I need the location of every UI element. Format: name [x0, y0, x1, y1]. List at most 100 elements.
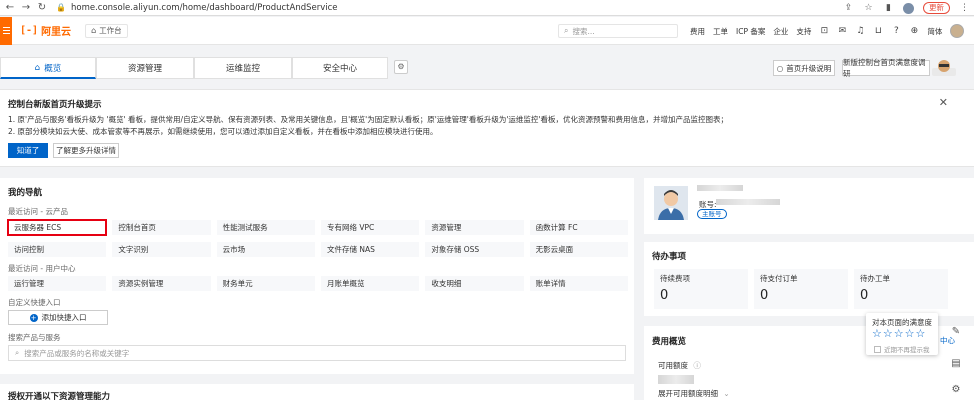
back-icon[interactable]: ←: [4, 2, 16, 14]
todo-label: 待办工单: [860, 274, 890, 283]
custom-entry-label: 自定义快捷入口: [8, 298, 61, 307]
nav-item[interactable]: 资源实例管理: [112, 276, 211, 291]
globe-icon[interactable]: ⊕: [909, 26, 919, 36]
bookmark-star-icon[interactable]: ☆: [863, 3, 874, 14]
my-nav-title: 我的导航: [8, 188, 43, 198]
forward-icon[interactable]: →: [20, 2, 32, 14]
nav-item[interactable]: 访问控制: [8, 242, 107, 257]
workbench-button[interactable]: ⌂ 工作台: [85, 23, 128, 38]
topbar-link-support[interactable]: 支持: [796, 26, 811, 37]
main-account-badge: 主账号: [697, 209, 727, 219]
nav-item[interactable]: 运行管理: [8, 276, 107, 291]
nav-item[interactable]: 无影云桌面: [529, 242, 628, 257]
home-icon: ⌂: [91, 26, 97, 35]
kebab-menu-icon[interactable]: ⋮: [959, 3, 970, 14]
hamburger-menu-icon[interactable]: [0, 16, 12, 45]
user-avatar[interactable]: [950, 24, 965, 38]
todo-count: 0: [760, 288, 769, 303]
tab-security-center[interactable]: 安全中心: [292, 57, 388, 79]
nav-item[interactable]: 对象存储 OSS: [425, 242, 524, 257]
nav-item-ecs[interactable]: 云服务器 ECS: [6, 219, 108, 236]
checkbox[interactable]: [874, 345, 881, 353]
no-more-checkbox[interactable]: 近期不再提示我: [874, 344, 930, 354]
close-icon[interactable]: ✕: [939, 96, 948, 109]
expand-credit-text: 展开可用额度明细: [658, 389, 718, 398]
sidebar-icon[interactable]: ▮: [883, 3, 894, 14]
chevron-down-icon: ⌄: [723, 389, 730, 398]
available-credit-text: 可用额度: [658, 361, 688, 370]
share-icon[interactable]: ⇪: [843, 3, 854, 14]
cloud-shell-icon[interactable]: ⊡: [819, 26, 829, 36]
survey-button[interactable]: 新版控制台首页满意度调研: [842, 58, 930, 78]
nav-item[interactable]: 专有网络 VPC: [321, 220, 420, 235]
authorization-title: 授权开通以下资源管理能力: [8, 392, 111, 400]
tab-label: 资源管理: [127, 64, 162, 74]
workbench-label: 工作台: [99, 26, 122, 35]
nav-item[interactable]: 月账单概览: [321, 276, 420, 291]
no-more-label: 近期不再提示我: [884, 346, 930, 354]
help-icon[interactable]: ?: [891, 26, 901, 36]
nav-item[interactable]: 文字识别: [112, 242, 211, 257]
tab-settings-gear-icon[interactable]: ⚙: [394, 60, 408, 74]
learn-more-button[interactable]: 了解更多升级详情: [53, 143, 119, 158]
nav-item[interactable]: 函数计算 FC: [529, 220, 628, 235]
document-icon[interactable]: ▤: [946, 354, 966, 374]
todo-count: 0: [660, 288, 669, 303]
browser-toolbar: ← → ↻ 🔒 home.console.aliyun.com/home/das…: [0, 0, 974, 16]
topbar-link-enterprise[interactable]: 企业: [773, 26, 788, 37]
profile-card: 账号: 主账号: [644, 178, 974, 234]
address-bar[interactable]: 🔒 home.console.aliyun.com/home/dashboard…: [56, 3, 338, 13]
browser-update-button[interactable]: 更新: [923, 2, 950, 14]
nav-item[interactable]: 资源管理: [425, 220, 524, 235]
star-rating-icon[interactable]: ☆☆☆☆☆: [872, 327, 926, 340]
expand-credit-detail[interactable]: 展开可用额度明细 ⌄: [658, 388, 730, 399]
cart-icon[interactable]: ⊔: [873, 26, 883, 36]
reload-icon[interactable]: ↻: [36, 2, 48, 14]
product-search-placeholder: 搜索产品或服务的名称或关键字: [24, 348, 130, 358]
todo-tickets[interactable]: 待办工单 0: [854, 269, 948, 309]
nav-item[interactable]: 账单详情: [529, 276, 628, 291]
search-icon: ⌕: [564, 26, 569, 35]
recent-user-label: 最近访问 - 用户中心: [8, 264, 76, 273]
global-search-input[interactable]: ⌕ 搜索...: [558, 24, 678, 38]
edit-icon[interactable]: ✎: [946, 322, 966, 342]
survey-mascot-icon[interactable]: [930, 58, 958, 78]
url-text: home.console.aliyun.com/home/dashboard/P…: [71, 2, 338, 13]
logo-mark: [-]: [20, 25, 39, 36]
tab-resource-management[interactable]: 资源管理: [96, 57, 194, 79]
mail-icon[interactable]: ✉: [837, 26, 847, 36]
tab-ops-monitoring[interactable]: 运维监控: [194, 57, 292, 79]
upgrade-desc-button[interactable]: ○ 首页升级说明: [773, 60, 835, 76]
nav-item[interactable]: 收支明细: [425, 276, 524, 291]
available-credit-label: 可用额度 ⓘ: [658, 360, 701, 371]
topbar-link-fees[interactable]: 费用: [690, 26, 705, 37]
console-topbar: [-] 阿里云 ⌂ 工作台 ⌕ 搜索... 费用 工单 ICP 备案 企业 支持…: [0, 16, 974, 45]
upgrade-desc-label: 首页升级说明: [786, 63, 832, 73]
settings-gear-icon[interactable]: ⚙: [946, 380, 966, 400]
bell-icon[interactable]: ♫: [855, 26, 865, 36]
survey-label: 新版控制台首页满意度调研: [843, 58, 926, 78]
info-circle-icon: ○: [776, 63, 784, 73]
topbar-link-tickets[interactable]: 工单: [713, 26, 728, 37]
todo-card: 待办事项 待续费项 0 待支付订单 0 待办工单 0: [644, 242, 974, 316]
nav-item[interactable]: 财务单元: [216, 276, 315, 291]
language-switch[interactable]: 简体: [927, 26, 942, 37]
nav-item[interactable]: 云市场: [216, 242, 315, 257]
tab-overview[interactable]: ⌂ 概览: [0, 57, 96, 79]
info-circle-icon[interactable]: ⓘ: [693, 361, 701, 370]
product-search-input[interactable]: ⌕ 搜索产品或服务的名称或关键字: [8, 345, 626, 361]
notice-title: 控制台新版首页升级提示: [8, 100, 102, 110]
todo-unpaid-orders[interactable]: 待支付订单 0: [754, 269, 848, 309]
todo-label: 待续费项: [660, 274, 690, 283]
aliyun-logo[interactable]: [-] 阿里云: [20, 23, 71, 38]
nav-item[interactable]: 性能测试服务: [216, 220, 315, 235]
add-shortcut-button[interactable]: + 添加快捷入口: [8, 310, 108, 325]
nav-item[interactable]: 控制台首页: [112, 220, 211, 235]
topbar-link-icp[interactable]: ICP 备案: [736, 26, 765, 37]
todo-count: 0: [860, 288, 869, 303]
product-search-label: 搜索产品与服务: [8, 333, 61, 342]
todo-renewals[interactable]: 待续费项 0: [654, 269, 748, 309]
nav-item[interactable]: 文件存储 NAS: [321, 242, 420, 257]
acknowledge-button[interactable]: 知道了: [8, 143, 48, 158]
browser-profile-icon[interactable]: [903, 2, 914, 14]
